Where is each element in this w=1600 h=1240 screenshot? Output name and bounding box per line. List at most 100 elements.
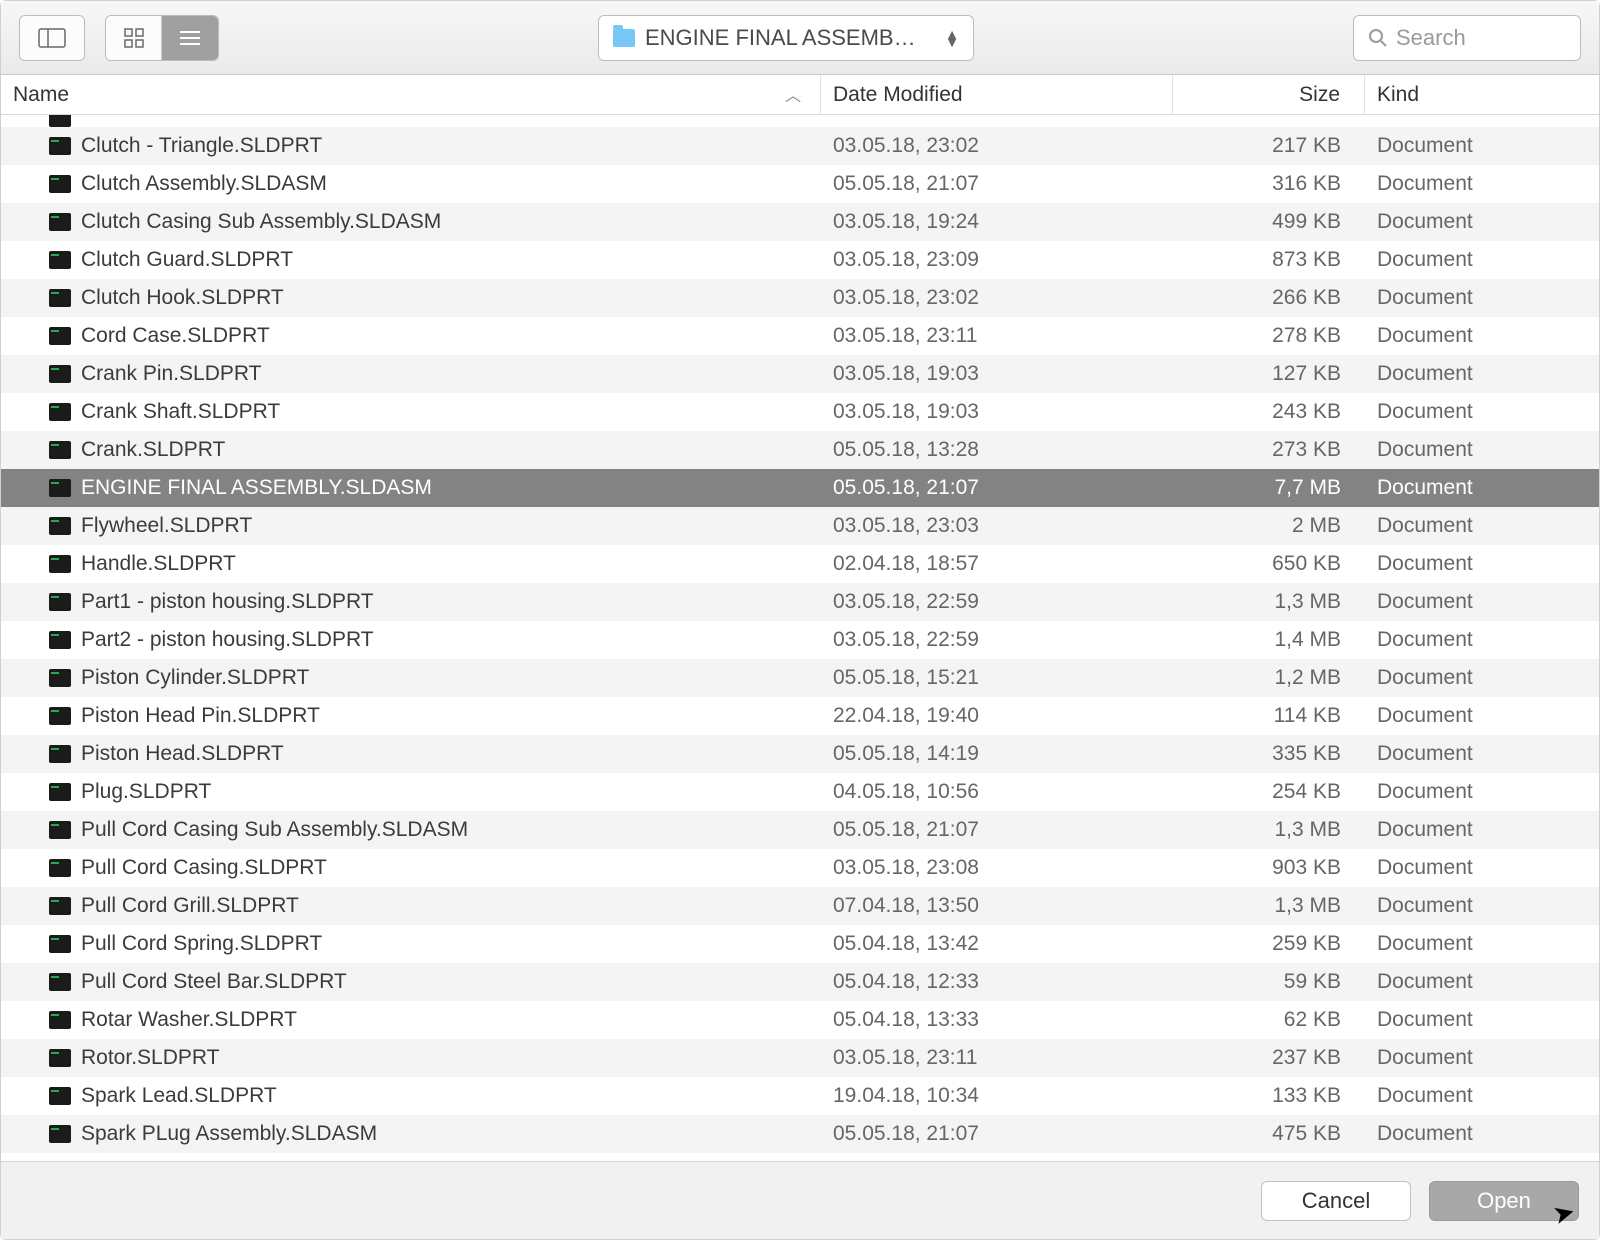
table-row[interactable]: Handle.SLDPRT02.04.18, 18:57650 KBDocume…	[1, 545, 1599, 583]
file-name: Crank Shaft.SLDPRT	[81, 400, 280, 424]
file-name: Clutch Casing Sub Assembly.SLDASM	[81, 210, 441, 234]
header-name[interactable]: Name 〈	[1, 75, 821, 114]
file-name: Clutch Guard.SLDPRT	[81, 248, 293, 272]
search-field[interactable]: Search	[1353, 15, 1581, 61]
file-kind: Document	[1365, 932, 1599, 956]
file-name: Spark PLug Assembly.SLDASM	[81, 1122, 377, 1146]
table-row[interactable]: Crank Pin.SLDPRT03.05.18, 19:03127 KBDoc…	[1, 355, 1599, 393]
list-icon	[178, 29, 202, 47]
table-row[interactable]: Crank Shaft.SLDPRT03.05.18, 19:03243 KBD…	[1, 393, 1599, 431]
sidebar-toggle-button[interactable]	[20, 16, 84, 60]
file-date: 05.04.18, 13:33	[821, 1008, 1173, 1032]
list-view-button[interactable]	[162, 16, 218, 60]
file-kind: Document	[1365, 210, 1599, 234]
file-icon	[49, 555, 71, 573]
file-date: 05.05.18, 21:07	[821, 1122, 1173, 1146]
table-row[interactable]: Clutch Casing Sub Assembly.SLDASM 03.05.1…	[1, 203, 1599, 241]
file-date: 05.05.18, 15:21	[821, 666, 1173, 690]
file-icon	[49, 631, 71, 649]
table-row[interactable]: ENGINE FINAL ASSEMBLY.SLDASM 05.05.18, 21…	[1, 469, 1599, 507]
header-date-modified[interactable]: Date Modified	[821, 75, 1173, 114]
file-kind: Document	[1365, 1008, 1599, 1032]
file-kind: Document	[1365, 970, 1599, 994]
file-icon	[49, 897, 71, 915]
file-date: 05.05.18, 21:07	[821, 476, 1173, 500]
table-row[interactable]: Pull Cord Steel Bar.SLDPRT 05.04.18, 12:3…	[1, 963, 1599, 1001]
file-kind: Document	[1365, 286, 1599, 310]
file-icon	[49, 821, 71, 839]
header-size[interactable]: Size	[1173, 75, 1365, 114]
table-row[interactable]: Pull Cord Casing.SLDPRT03.05.18, 23:0890…	[1, 849, 1599, 887]
file-size: 2 MB	[1173, 514, 1365, 538]
file-name: Flywheel.SLDPRT	[81, 514, 252, 538]
table-row[interactable]: Spark Lead.SLDPRT19.04.18, 10:34133 KBDo…	[1, 1077, 1599, 1115]
file-name: Pull Cord Steel Bar.SLDPRT	[81, 970, 347, 994]
file-date: 03.05.18, 23:02	[821, 286, 1173, 310]
search-icon	[1368, 28, 1388, 48]
file-size: 266 KB	[1173, 286, 1365, 310]
table-row[interactable]: Plug.SLDPRT04.05.18, 10:56254 KBDocument	[1, 773, 1599, 811]
file-size: 114 KB	[1173, 704, 1365, 728]
file-list[interactable]: Clutch - Triangle.SLDPRT03.05.18, 23:022…	[1, 115, 1599, 1161]
file-size: 254 KB	[1173, 780, 1365, 804]
table-row[interactable]: Part1 - piston housing.SLDPRT03.05.18, 2…	[1, 583, 1599, 621]
file-kind: Document	[1365, 552, 1599, 576]
file-date: 03.05.18, 19:24	[821, 210, 1173, 234]
table-row[interactable]: Clutch Guard.SLDPRT03.05.18, 23:09873 KB…	[1, 241, 1599, 279]
file-size: 1,2 MB	[1173, 666, 1365, 690]
table-row[interactable]: Clutch Assembly.SLDASM05.05.18, 21:07316…	[1, 165, 1599, 203]
table-row[interactable]: Spark PLug Assembly.SLDASM 05.05.18, 21:0…	[1, 1115, 1599, 1153]
table-row[interactable]: Part2 - piston housing.SLDPRT03.05.18, 2…	[1, 621, 1599, 659]
header-kind[interactable]: Kind	[1365, 75, 1599, 114]
file-size: 1,3 MB	[1173, 590, 1365, 614]
file-date: 03.05.18, 23:08	[821, 856, 1173, 880]
table-row[interactable]: Flywheel.SLDPRT03.05.18, 23:032 MBDocume…	[1, 507, 1599, 545]
table-row[interactable]: Rotar Washer.SLDPRT05.04.18, 13:3362 KBD…	[1, 1001, 1599, 1039]
file-name: ENGINE FINAL ASSEMBLY.SLDASM	[81, 476, 432, 500]
file-date: 03.05.18, 23:11	[821, 324, 1173, 348]
table-row[interactable]: Rotor.SLDPRT03.05.18, 23:11237 KBDocumen…	[1, 1039, 1599, 1077]
path-dropdown[interactable]: ENGINE FINAL ASSEMB… ▲▼	[598, 15, 974, 61]
file-kind: Document	[1365, 134, 1599, 158]
file-date: 22.04.18, 19:40	[821, 704, 1173, 728]
file-size: 1,3 MB	[1173, 818, 1365, 842]
file-icon	[49, 479, 71, 497]
table-row[interactable]: Piston Head.SLDPRT05.05.18, 14:19335 KBD…	[1, 735, 1599, 773]
file-size: 475 KB	[1173, 1122, 1365, 1146]
table-row[interactable]: Pull Cord Grill.SLDPRT07.04.18, 13:501,3…	[1, 887, 1599, 925]
chevron-updown-icon: ▲▼	[945, 30, 959, 46]
cancel-button[interactable]: Cancel	[1261, 1181, 1411, 1221]
file-kind: Document	[1365, 514, 1599, 538]
table-row[interactable]: Pull Cord Casing Sub Assembly.SLDASM05.0…	[1, 811, 1599, 849]
file-date: 05.04.18, 12:33	[821, 970, 1173, 994]
file-icon	[49, 745, 71, 763]
table-row-partial[interactable]	[1, 115, 1599, 127]
file-name: Rotor.SLDPRT	[81, 1046, 220, 1070]
open-button[interactable]: Open	[1429, 1181, 1579, 1221]
table-row[interactable]: Clutch - Triangle.SLDPRT03.05.18, 23:022…	[1, 127, 1599, 165]
file-size: 7,7 MB	[1173, 476, 1365, 500]
file-icon	[49, 859, 71, 877]
table-row[interactable]: Clutch Hook.SLDPRT03.05.18, 23:02266 KBD…	[1, 279, 1599, 317]
file-kind: Document	[1365, 362, 1599, 386]
file-kind: Document	[1365, 400, 1599, 424]
icon-view-button[interactable]	[106, 16, 162, 60]
table-row[interactable]: Crank.SLDPRT05.05.18, 13:28273 KBDocumen…	[1, 431, 1599, 469]
file-name: Piston Head.SLDPRT	[81, 742, 284, 766]
file-icon	[49, 593, 71, 611]
file-open-dialog: ENGINE FINAL ASSEMB… ▲▼ Search Name 〈 Da…	[0, 0, 1600, 1240]
table-row[interactable]: Cord Case.SLDPRT03.05.18, 23:11278 KBDoc…	[1, 317, 1599, 355]
table-row[interactable]: Piston Cylinder.SLDPRT05.05.18, 15:211,2…	[1, 659, 1599, 697]
file-name: Crank Pin.SLDPRT	[81, 362, 262, 386]
file-kind: Document	[1365, 172, 1599, 196]
file-size: 259 KB	[1173, 932, 1365, 956]
file-icon	[49, 973, 71, 991]
file-name: Pull Cord Grill.SLDPRT	[81, 894, 299, 918]
file-size: 243 KB	[1173, 400, 1365, 424]
table-row[interactable]: Pull Cord Spring.SLDPRT05.04.18, 13:4225…	[1, 925, 1599, 963]
file-icon	[49, 1011, 71, 1029]
table-row[interactable]: Piston Head Pin.SLDPRT22.04.18, 19:40114…	[1, 697, 1599, 735]
file-icon	[49, 1125, 71, 1143]
file-icon	[49, 441, 71, 459]
file-name: Clutch - Triangle.SLDPRT	[81, 134, 322, 158]
